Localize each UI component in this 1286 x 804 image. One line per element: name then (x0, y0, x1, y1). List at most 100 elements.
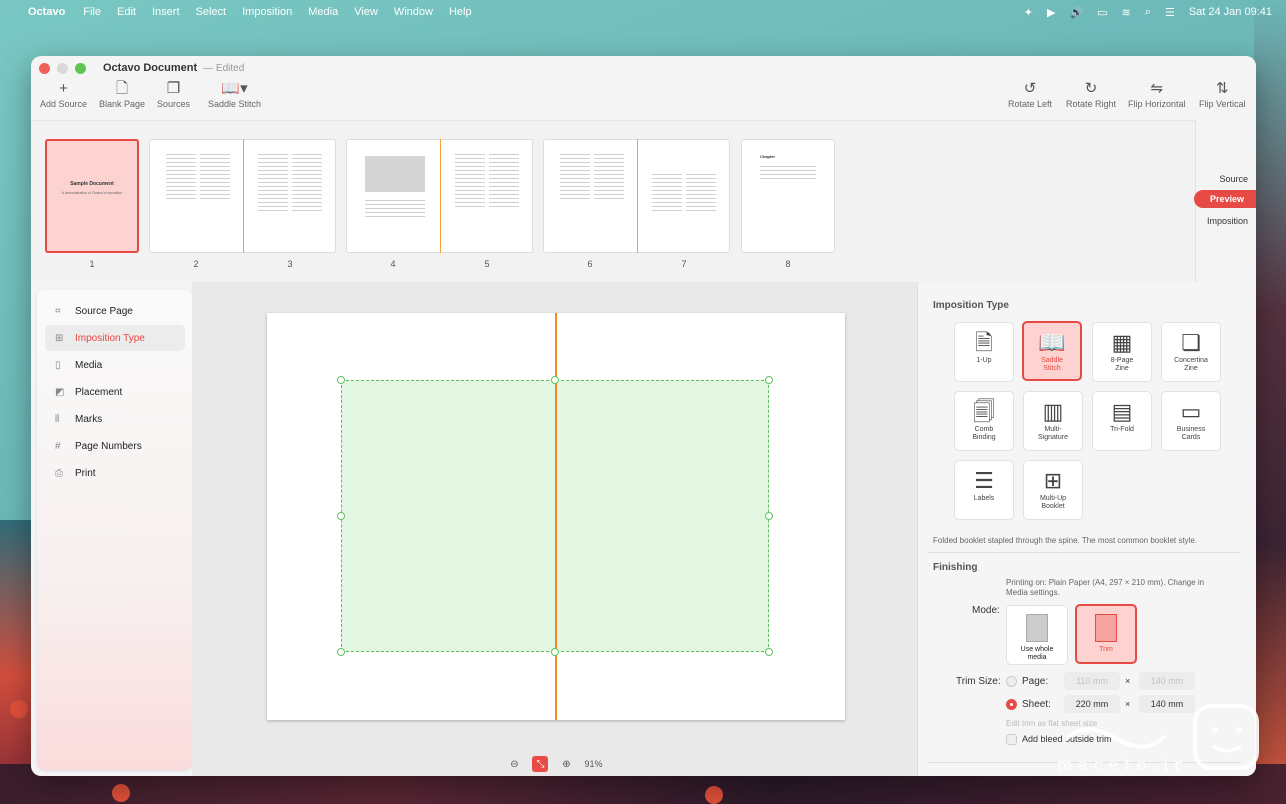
imposition-saddle-stitch[interactable]: 📖 Saddle Stitch (1022, 321, 1082, 381)
mode-preview[interactable]: Preview (1193, 190, 1256, 208)
sidebar-item-page-numbers[interactable]: # Page Numbers (45, 433, 185, 459)
flower-decoration (705, 786, 723, 804)
labels-icon: ☰ (974, 468, 994, 493)
mode-use-whole-media[interactable]: Use whole media (1006, 605, 1068, 665)
trim-handle[interactable] (765, 512, 773, 520)
zoom-button[interactable] (75, 62, 86, 74)
preview-canvas (192, 282, 917, 776)
imposition-multi-up-booklet[interactable]: ⊞ Multi-Up Booklet (1023, 460, 1083, 520)
flip-vertical-button[interactable]: ⇅ Flip Vertical (1199, 80, 1246, 109)
zoom-out-button[interactable]: ⊖ (506, 756, 522, 772)
spine-line (243, 139, 244, 253)
flip-horizontal-button[interactable]: ⇋ Flip Horizontal (1128, 80, 1186, 109)
sidebar-item-marks[interactable]: ⫴ Marks (45, 406, 185, 432)
sidebar-item-media[interactable]: ▯ Media (45, 352, 185, 378)
wifi-icon[interactable]: ≋ (1122, 6, 1131, 19)
dropbox-icon[interactable]: ✦ (1024, 6, 1033, 19)
mode-imposition[interactable]: Imposition (1207, 216, 1248, 226)
blank-page-label: Blank Page (99, 99, 146, 109)
sidebar-item-print[interactable]: ⎙ Print (45, 460, 185, 486)
imposition-label: Tri-Fold (1110, 426, 1134, 433)
menu-view[interactable]: View (354, 6, 378, 18)
page-thumbnail-1[interactable]: Sample Document A demonstration of Octav… (45, 139, 139, 253)
mode-source[interactable]: Source (1219, 174, 1248, 184)
page-height-field[interactable]: 140 mm (1139, 672, 1195, 690)
sheet-radio[interactable] (1006, 699, 1017, 710)
media-icon: ▯ (55, 359, 61, 371)
rotate-right-button[interactable]: ↻ Rotate Right (1066, 80, 1116, 109)
page-thumbnail-8[interactable]: Chapter (741, 139, 835, 253)
blank-page-button[interactable]: 🗋 Blank Page (99, 80, 145, 109)
imposition-label: Business Cards (1176, 426, 1206, 441)
sidebar-item-source-page[interactable]: ⌗ Source Page (45, 298, 185, 324)
bleed-checkbox[interactable] (1006, 734, 1017, 745)
add-source-button[interactable]: + Add Source (40, 80, 87, 109)
rotate-left-button[interactable]: ↺ Rotate Left (1008, 80, 1052, 109)
sources-button[interactable]: ❐ Sources (157, 80, 190, 109)
trim-handle[interactable] (337, 512, 345, 520)
text-block (686, 174, 716, 212)
window-title: Octavo Document (103, 62, 198, 74)
trim-handle[interactable] (765, 376, 773, 384)
trim-handle[interactable] (337, 376, 345, 384)
menu-window[interactable]: Window (394, 6, 433, 18)
page-radio[interactable] (1006, 676, 1017, 687)
edited-status: Edited (215, 62, 245, 74)
control-center-icon[interactable]: ☰ (1165, 6, 1175, 19)
imposition-business-cards[interactable]: ▭ Business Cards (1161, 391, 1221, 451)
menu-app-name[interactable]: Octavo (28, 6, 65, 18)
menu-insert[interactable]: Insert (152, 6, 180, 18)
sidebar-item-imposition-type[interactable]: ⊞ Imposition Type (45, 325, 185, 351)
book-icon: 📖▾ (221, 80, 248, 97)
rotate-right-icon: ↻ (1084, 80, 1098, 97)
play-icon[interactable]: ▶ (1047, 6, 1055, 19)
menu-help[interactable]: Help (449, 6, 472, 18)
battery-icon[interactable]: ▭ (1097, 6, 1107, 19)
fit-to-window-button[interactable]: ⤡ (532, 756, 549, 772)
plus-icon: + (59, 80, 68, 97)
text-block (560, 154, 590, 202)
close-button[interactable] (39, 62, 50, 74)
imposition-label: Multi-Signature (1038, 426, 1068, 441)
menu-imposition[interactable]: Imposition (242, 6, 292, 18)
imposition-concertina-zine[interactable]: ❏ Concertina Zine (1161, 322, 1221, 382)
imposition-label: 8-Page Zine (1110, 357, 1134, 372)
window-subtitle: — Edited (203, 62, 245, 74)
imposition-1-up[interactable]: 🗎 1-Up (954, 322, 1014, 382)
zoom-in-button[interactable]: ⊕ (558, 756, 574, 772)
trim-handle[interactable] (551, 376, 559, 384)
page-width-field[interactable]: 110 mm (1064, 672, 1120, 690)
imposition-label: Multi-Up Booklet (1039, 495, 1067, 510)
trim-handle[interactable] (551, 648, 559, 656)
imposition-comb-binding[interactable]: 🗐 Comb Binding (954, 391, 1014, 451)
sidebar-item-placement[interactable]: ◩ Placement (45, 379, 185, 405)
page-number-label: 8 (785, 259, 791, 269)
mode-trim[interactable]: Trim (1075, 604, 1137, 664)
sidebar-item-label: Placement (75, 386, 123, 398)
trim-handle[interactable] (337, 648, 345, 656)
saddle-stitch-menu-button[interactable]: 📖▾ Saddle Stitch (208, 80, 261, 109)
volume-icon[interactable]: 🔊 (1069, 6, 1083, 19)
imposition-label: Labels (973, 495, 995, 502)
menu-select[interactable]: Select (196, 6, 227, 18)
menu-media[interactable]: Media (308, 6, 338, 18)
trim-handle[interactable] (765, 648, 773, 656)
imposition-multi-signature[interactable]: ▥ Multi-Signature (1023, 391, 1083, 451)
sources-icon: ❐ (166, 80, 181, 97)
menu-clock[interactable]: Sat 24 Jan 09:41 (1189, 6, 1272, 18)
sources-label: Sources (157, 99, 191, 109)
menu-file[interactable]: File (83, 6, 101, 18)
rotate-right-label: Rotate Right (1066, 99, 1117, 109)
chapter-heading: Chapter (760, 154, 776, 159)
imposition-8-page-zine[interactable]: ▦ 8-Page Zine (1092, 322, 1152, 382)
desktop-wallpaper-right (1254, 0, 1286, 780)
minimize-button[interactable] (57, 62, 68, 74)
imposition-label: 1-Up (976, 357, 992, 364)
menu-edit[interactable]: Edit (117, 6, 136, 18)
search-icon[interactable]: ⌕ (1145, 6, 1151, 19)
page-thumbnail-strip: Sample Document A demonstration of Octav… (31, 120, 1195, 282)
sidebar-item-label: Print (75, 467, 96, 479)
imposition-labels[interactable]: ☰ Labels (954, 460, 1014, 520)
imposition-tri-fold[interactable]: ▤ Tri-Fold (1092, 391, 1152, 451)
flower-decoration (112, 784, 130, 802)
